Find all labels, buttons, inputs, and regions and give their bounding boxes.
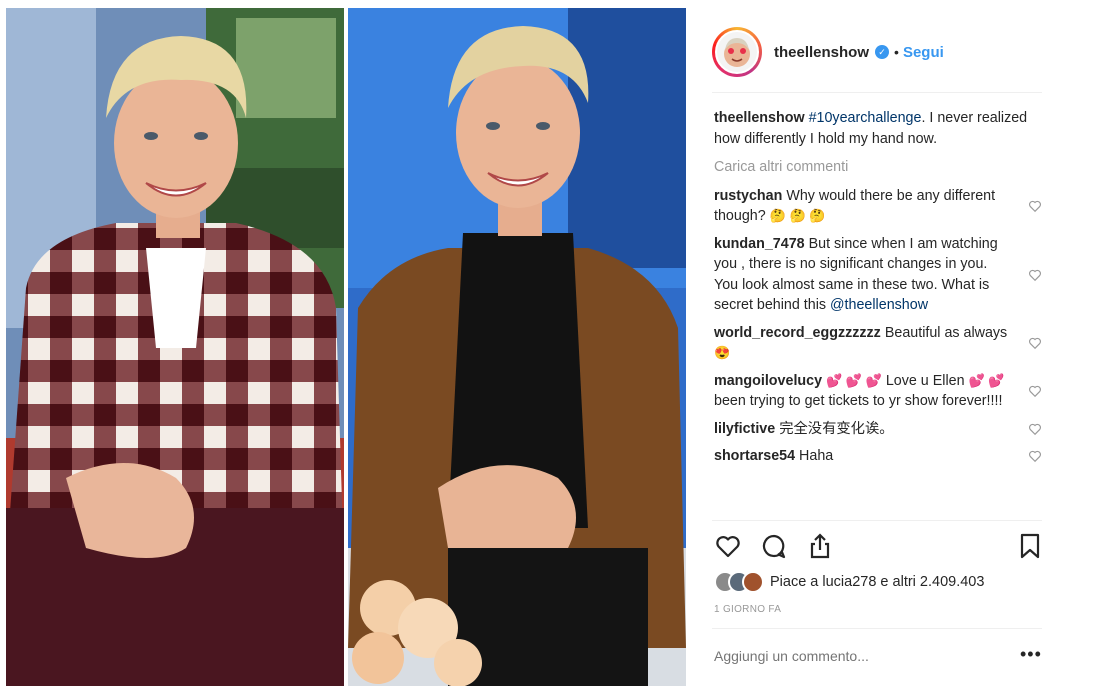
comment-item: shortarse54 Haha xyxy=(714,446,1042,467)
share-icon[interactable] xyxy=(806,532,834,560)
post-photo-right xyxy=(348,8,686,686)
comment-username[interactable]: world_record_eggzzzzzz xyxy=(714,325,881,341)
action-bar xyxy=(714,532,1044,562)
avatar[interactable] xyxy=(712,27,762,77)
follow-button[interactable]: Segui xyxy=(903,44,944,61)
comment-username[interactable]: rustychan xyxy=(714,188,782,204)
comment-mention-link[interactable]: @theellenshow xyxy=(830,297,928,313)
likes-summary[interactable]: Piace a lucia278 e altri 2.409.403 xyxy=(714,570,984,594)
comment-like-heart-icon[interactable] xyxy=(1028,199,1042,213)
load-more-comments-button[interactable]: Carica altri commenti xyxy=(714,157,1042,178)
avatar-icon xyxy=(717,32,757,72)
post-header: theellenshow ✓ • Segui xyxy=(712,26,1042,78)
comment-like-heart-icon[interactable] xyxy=(1028,422,1042,436)
divider xyxy=(712,520,1042,521)
post-panel: theellenshow ✓ • Segui theellenshow #10y… xyxy=(700,8,1055,692)
liker-avatar xyxy=(742,571,764,593)
post-photo-left xyxy=(6,8,344,686)
comment-item: world_record_eggzzzzzz Beautiful as alwa… xyxy=(714,323,1042,364)
separator-dot: • xyxy=(894,44,899,60)
post-username[interactable]: theellenshow xyxy=(774,44,869,61)
comment-text: Love u Ellen xyxy=(885,372,965,389)
comment-like-heart-icon[interactable] xyxy=(1028,449,1042,463)
comment-emoji: 🤔 🤔 🤔 xyxy=(769,208,826,223)
comment-username[interactable]: mangoilovelucy xyxy=(714,373,822,389)
comment-username[interactable]: shortarse54 xyxy=(714,448,795,464)
hashtag-link[interactable]: #10yearchallenge xyxy=(809,110,922,126)
comment-item: kundan_7478 But since when I am watching… xyxy=(714,234,1042,316)
likes-count[interactable]: Piace a lucia278 e altri 2.409.403 xyxy=(770,574,984,590)
comment-emoji: 😍 xyxy=(714,345,731,360)
post-timestamp: 1 GIORNO FA xyxy=(714,604,782,615)
comment-like-heart-icon[interactable] xyxy=(1028,336,1042,350)
comment-bubble-icon[interactable] xyxy=(760,532,788,560)
comment-text: been trying to get tickets to yr show fo… xyxy=(714,393,1003,409)
comment-text: Beautiful as always xyxy=(884,324,1008,341)
divider xyxy=(712,92,1042,93)
more-options-icon[interactable]: ••• xyxy=(1020,644,1042,665)
comments-list[interactable]: theellenshow #10yearchallenge. I never r… xyxy=(714,108,1042,520)
bookmark-icon[interactable] xyxy=(1016,532,1044,560)
comment-emoji: 💕 💕 💕 xyxy=(826,372,882,388)
comment-username[interactable]: kundan_7478 xyxy=(714,236,805,252)
comment-emoji: 💕 💕 xyxy=(968,372,1005,388)
verified-badge-icon: ✓ xyxy=(875,45,890,59)
comment-like-heart-icon[interactable] xyxy=(1028,268,1042,282)
divider xyxy=(712,628,1042,629)
comment-item: rustychan Why would there be any differe… xyxy=(714,186,1042,227)
caption-username[interactable]: theellenshow xyxy=(714,110,805,126)
comment-item: mangoilovelucy 💕 💕 💕 Love u Ellen 💕 💕 be… xyxy=(714,371,1042,412)
comment-text: Haha xyxy=(799,448,834,464)
heart-icon[interactable] xyxy=(714,532,742,560)
comment-username[interactable]: lilyfictive xyxy=(714,421,775,437)
comment-item: lilyfictive 完全没有变化诶。 xyxy=(714,419,1042,440)
post-caption: theellenshow #10yearchallenge. I never r… xyxy=(714,108,1042,149)
comment-like-heart-icon[interactable] xyxy=(1028,384,1042,398)
comment-text: 完全没有变化诶。 xyxy=(779,420,894,437)
add-comment-input[interactable] xyxy=(714,648,1014,664)
